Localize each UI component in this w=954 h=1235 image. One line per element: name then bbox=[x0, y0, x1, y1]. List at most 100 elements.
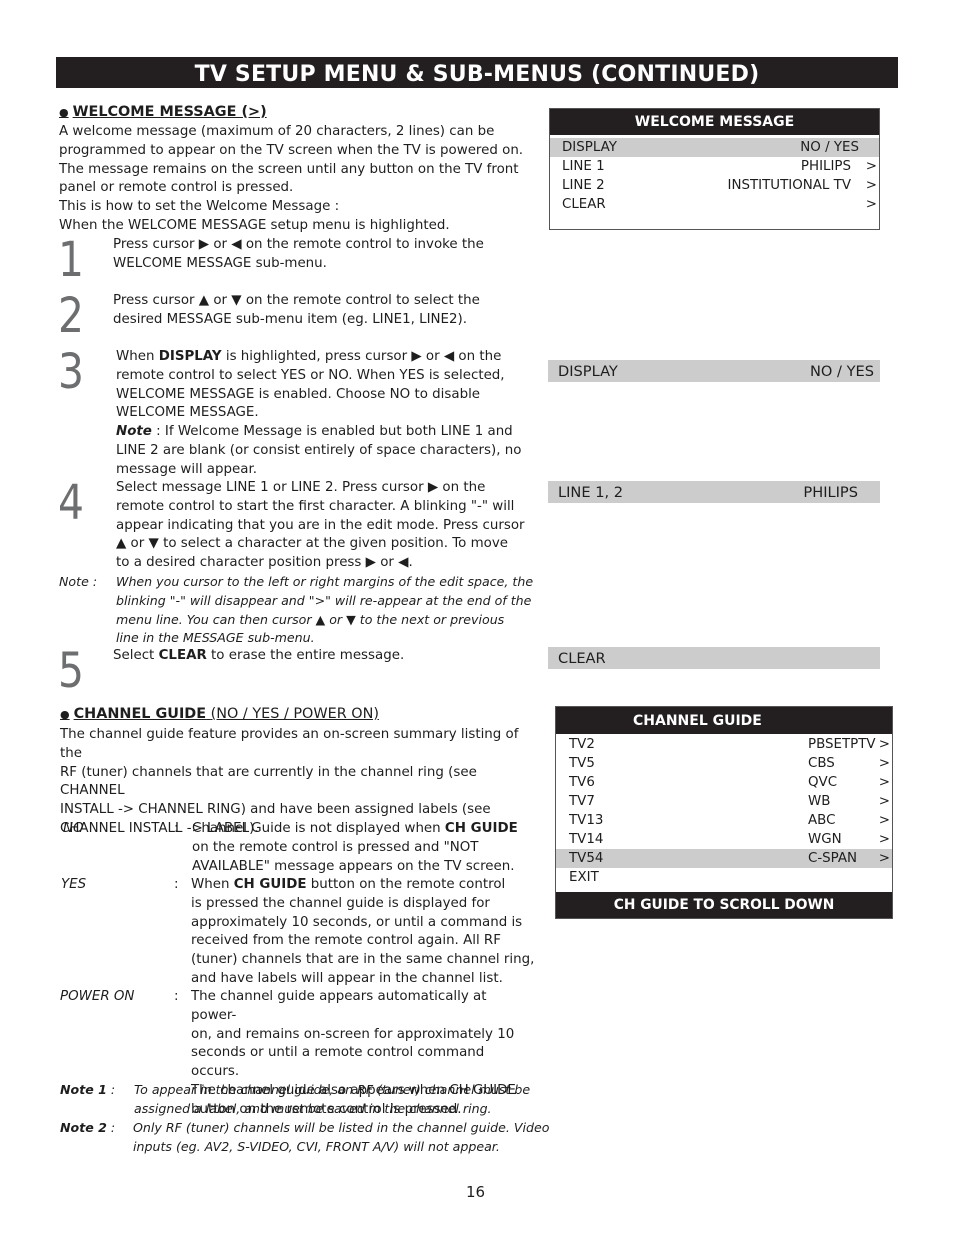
step-line: to a desired character position press ▶ … bbox=[116, 555, 413, 571]
channel-label: C-SPAN bbox=[808, 851, 858, 866]
channel-row[interactable]: EXIT bbox=[556, 868, 892, 887]
clear-bar: CLEAR bbox=[548, 647, 880, 669]
desc-line: on, and remains on-screen for approximat… bbox=[191, 1026, 515, 1042]
note-line: To appear in the channel guide, an RF (t… bbox=[134, 1082, 531, 1097]
note-line: message will appear. bbox=[116, 461, 257, 477]
row-label: LINE 1 bbox=[562, 159, 605, 174]
text-span: When bbox=[116, 349, 159, 364]
row-label: CLEAR bbox=[562, 197, 606, 212]
intro-line: INSTALL -> CHANNEL RING) and have been a… bbox=[60, 802, 491, 818]
row-value: NO / YES bbox=[800, 140, 859, 155]
intro-line: When the WELCOME MESSAGE setup menu is h… bbox=[59, 217, 450, 233]
channel-number: TV6 bbox=[569, 775, 595, 790]
note-line: assigned a label, and must be saved in t… bbox=[134, 1100, 492, 1116]
note-1-text: To appear in the channel guide, an RF (t… bbox=[134, 1081, 530, 1119]
desc-line: (tuner) channels that are in the same ch… bbox=[191, 952, 535, 968]
note-2-text: Only RF (tuner) channels will be listed … bbox=[133, 1119, 549, 1157]
bar-label: LINE 1, 2 bbox=[558, 484, 624, 501]
note-label: Note 1 bbox=[60, 1082, 107, 1097]
step-number-3: 3 bbox=[58, 344, 84, 400]
channel-number: TV54 bbox=[569, 851, 604, 866]
page-number: 16 bbox=[466, 1183, 486, 1201]
chevron-right-icon: > bbox=[878, 832, 890, 847]
colon: : bbox=[174, 877, 179, 892]
note-2-label: Note 2 : bbox=[60, 1119, 115, 1138]
intro-line: programmed to appear on the TV screen wh… bbox=[59, 142, 524, 158]
chevron-right-icon: > bbox=[878, 756, 890, 771]
step-line: WELCOME MESSAGE is enabled. Choose NO to… bbox=[116, 386, 481, 402]
channel-guide-menu: CHANNEL GUIDE TV2 PBSETPTV > TV5 CBS > TV6 QVC >… bbox=[555, 706, 893, 919]
channel-row[interactable]: TV7 WB > bbox=[556, 792, 892, 811]
menu-row-line-2[interactable]: LINE 2 INSTITUTIONAL TV > bbox=[550, 176, 879, 195]
text-span: is highlighted, press cursor ▶ or ◀ on t… bbox=[221, 349, 502, 364]
bar-label: CLEAR bbox=[558, 650, 606, 667]
step-line: Press cursor ▲ or ▼ on the remote contro… bbox=[113, 293, 480, 308]
bullet-icon: ● bbox=[59, 106, 69, 119]
note-line: inputs (eg. AV2, S-VIDEO, CVI, FRONT A/V… bbox=[133, 1138, 500, 1154]
note-sep: : bbox=[106, 1082, 116, 1097]
channel-number: TV5 bbox=[569, 756, 595, 771]
welcome-menu-title: WELCOME MESSAGE bbox=[550, 109, 879, 135]
channel-row[interactable]: TV5 CBS > bbox=[556, 754, 892, 773]
text-span: button on the remote control bbox=[306, 877, 506, 892]
welcome-intro: A welcome message (maximum of 20 charact… bbox=[59, 123, 529, 236]
text-span: When bbox=[191, 877, 234, 892]
step-number-1: 1 bbox=[58, 232, 84, 288]
channel-label: CBS bbox=[808, 756, 835, 771]
option-desc-no: Channel Guide is not displayed when CH G… bbox=[192, 820, 537, 876]
channel-row[interactable]: TV54 C-SPAN > bbox=[556, 849, 892, 868]
note-line: line in the MESSAGE sub-menu. bbox=[116, 630, 315, 646]
channel-label: PBSETPTV bbox=[808, 737, 876, 752]
step-5-text: Select CLEAR to erase the entire message… bbox=[113, 647, 404, 666]
step-line: remote control to start the first charac… bbox=[116, 498, 515, 514]
step-line: Select message LINE 1 or LINE 2. Press c… bbox=[116, 480, 486, 495]
row-value: INSTITUTIONAL TV bbox=[727, 178, 851, 193]
bar-value: NO / YES bbox=[810, 363, 874, 380]
channel-row[interactable]: TV13 ABC > bbox=[556, 811, 892, 830]
welcome-message-heading: ● WELCOME MESSAGE (>) bbox=[59, 104, 267, 120]
channel-row[interactable]: TV6 QVC > bbox=[556, 773, 892, 792]
step-2-text: Press cursor ▲ or ▼ on the remote contro… bbox=[113, 292, 480, 330]
menu-row-clear[interactable]: CLEAR > bbox=[550, 195, 879, 214]
step-line: appear indicating that you are in the ed… bbox=[116, 517, 525, 533]
note-label: Note bbox=[116, 424, 152, 440]
chevron-right-icon: > bbox=[865, 178, 877, 193]
desc-line: is pressed the channel guide is displaye… bbox=[191, 895, 490, 911]
channel-guide-heading-options: (NO / YES / POWER ON) bbox=[210, 706, 379, 722]
chevron-right-icon: > bbox=[878, 775, 890, 790]
channel-row[interactable]: TV2 PBSETPTV > bbox=[556, 735, 892, 754]
step-line: remote control to select YES or NO. When… bbox=[116, 367, 505, 383]
channel-guide-heading-text: CHANNEL GUIDE bbox=[73, 706, 207, 722]
menu-row-line-1[interactable]: LINE 1 PHILIPS > bbox=[550, 157, 879, 176]
note-line: When you cursor to the left or right mar… bbox=[116, 574, 534, 589]
page-banner: TV SETUP MENU & SUB-MENUS (CONTINUED) bbox=[56, 57, 898, 88]
chevron-right-icon: > bbox=[878, 737, 890, 752]
row-label: DISPLAY bbox=[562, 140, 617, 155]
channel-guide-footer: CH GUIDE TO SCROLL DOWN bbox=[556, 892, 892, 918]
intro-line: panel or remote control is pressed. bbox=[59, 180, 294, 196]
intro-line: This is how to set the Welcome Message : bbox=[59, 199, 340, 215]
note-line: Only RF (tuner) channels will be listed … bbox=[133, 1120, 550, 1135]
menu-row-display[interactable]: DISPLAY NO / YES bbox=[550, 138, 879, 157]
ch-guide-keyword: CH GUIDE bbox=[444, 821, 518, 836]
colon: : bbox=[174, 821, 179, 836]
channel-label: WB bbox=[808, 794, 831, 809]
channel-row[interactable]: TV14 WGN > bbox=[556, 830, 892, 849]
option-term-power-on: POWER ON bbox=[60, 989, 135, 1004]
chevron-right-icon: > bbox=[865, 159, 877, 174]
chevron-right-icon: > bbox=[878, 813, 890, 828]
intro-line: The channel guide feature provides an on… bbox=[60, 727, 519, 761]
channel-number: TV7 bbox=[569, 794, 595, 809]
note-1-label: Note 1 : bbox=[60, 1081, 115, 1100]
desc-line: received from the remote control again. … bbox=[191, 933, 501, 949]
chevron-right-icon: > bbox=[878, 794, 890, 809]
colon: : bbox=[174, 989, 179, 1004]
display-keyword: DISPLAY bbox=[158, 349, 222, 364]
intro-line: A welcome message (maximum of 20 charact… bbox=[59, 124, 495, 139]
channel-guide-heading: ● CHANNEL GUIDE (NO / YES / POWER ON) bbox=[60, 706, 379, 722]
channel-number: EXIT bbox=[569, 870, 599, 885]
note-label: Note 2 bbox=[60, 1120, 107, 1135]
welcome-message-menu: WELCOME MESSAGE DISPLAY NO / YES LINE 1 … bbox=[549, 108, 880, 230]
text-span: Select bbox=[113, 648, 159, 663]
step-4-note: When you cursor to the left or right mar… bbox=[116, 573, 533, 648]
